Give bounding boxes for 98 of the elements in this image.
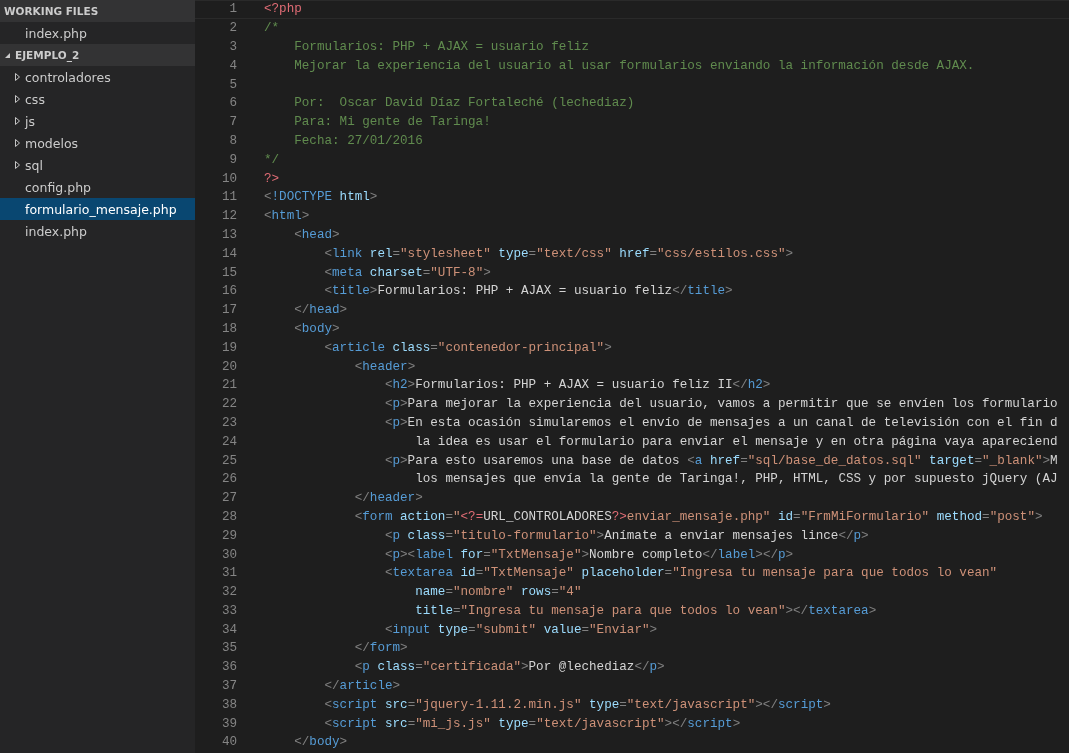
code-line: ?> [264,171,280,186]
code-line: <article class="contenedor-principal"> [324,340,612,355]
line-number: 38 [220,697,237,712]
section-header[interactable]: EJEMPLO_2 [0,44,195,66]
code-line: <title>Formularios: PHP + AJAX = usuario feliz</title> [324,284,733,299]
code-line: <html> [264,209,310,224]
line-number: 18 [220,321,237,336]
line-number: 2 [228,21,237,36]
code-line: la idea es usar el formulario para enviar el mensaje y en otra página vaya apareciend [415,434,1058,449]
section-title: EJEMPLO_2 [15,49,80,61]
line-number: 26 [220,472,237,487]
line-number: 24 [220,434,237,449]
folder-item[interactable]: modelos [0,132,195,154]
line-number: 7 [228,115,237,130]
line-number: 22 [220,397,237,412]
line-number: 27 [220,491,237,506]
code-line: Por: Oscar David Díaz Fortaleché (lechediaz) [294,96,635,111]
collapsed-arrow-icon[interactable] [14,117,21,125]
code-line: Para: Mi gente de Taringa! [294,115,491,130]
code-line: los mensajes que envía la gente de Taringa!, PHP, HTML, CSS y por supuesto jQuery (AJ [415,472,1058,487]
code-line: <head> [294,227,340,242]
code-line: title="Ingresa tu mensaje para que todos lo vean"></textarea> [415,603,877,618]
expanded-arrow-icon[interactable] [4,51,11,59]
line-number: 17 [220,303,237,318]
code-line: </header> [354,491,423,506]
code-line: <meta charset="UTF-8"> [324,265,491,280]
code-line: <form action="<?=URL_CONTROLADORES?>enviar_mensaje.php" id="FrmMiFormulario" method="post"> [354,509,1043,524]
line-number: 14 [220,246,237,261]
line-number: 36 [220,660,237,675]
collapsed-arrow-icon[interactable] [14,161,21,169]
code-line: <!DOCTYPE html> [264,190,378,205]
line-number: 6 [228,96,237,111]
line-number: 3 [228,40,237,54]
line-number: 39 [220,716,237,731]
code-line: <textarea id="TxtMensaje" placeholder="Ingresa tu mensaje para que todos lo vean" [384,566,998,581]
code-line: <input type="submit" value="Enviar"> [384,622,658,637]
folder-item[interactable]: css [0,88,195,110]
line-number: 15 [220,265,237,280]
line-number: 9 [228,152,237,167]
line-number: 40 [220,735,237,750]
code-line: <p>Para mejorar la experiencia del usuario, vamos a permitir que se envíen los formulario [384,397,1058,412]
code-line: Formularios: PHP + AJAX = usuario feliz [294,40,589,54]
code-line: <p>En esta ocasión simularemos el envío de mensajes a un canal de televisión con el fin d [384,415,1058,430]
line-number: 19 [220,340,237,355]
section-title: WORKING FILES [4,5,99,17]
code-line: Fecha: 27/01/2016 [294,133,423,148]
code-line: </form> [354,641,408,656]
code-line: <p>Para esto usaremos una base de datos <a href="sql/base_de_datos.sql" target="_blank">M [384,453,1058,468]
collapsed-arrow-icon[interactable] [14,95,21,103]
code-line: <p class="certificada">Por @lechediaz</p> [354,660,665,675]
code-line: */ [264,152,280,167]
line-number: 13 [220,227,237,242]
line-number: 10 [220,171,237,186]
line-number: 23 [220,415,237,430]
line-number: 21 [220,378,237,393]
code-line: <header> [354,359,416,374]
line-number: 20 [220,359,237,374]
file-item[interactable]: config.php [0,176,195,198]
code-line: <?php [264,2,302,17]
folder-item[interactable]: controladores [0,66,195,88]
code-line: </article> [324,679,401,694]
line-number: 32 [220,585,237,600]
file-item[interactable]: formulario_mensaje.php [0,198,195,220]
line-number: 30 [220,547,237,562]
code-line: <p class="titulo-formulario">Anímate a enviar mensajes lince</p> [384,528,869,543]
line-number: 28 [220,509,237,524]
line-number: 31 [220,566,237,581]
code-line: <body> [294,321,340,336]
code-line: <script src="mi_js.js" type="text/javascript"></script> [324,716,741,731]
code-line: Mejorar la experiencia del usuario al usar formularios enviando la información desde AJAX. [294,58,975,73]
line-number: 1 [228,2,237,17]
section-header[interactable]: WORKING FILES [0,0,195,22]
code-line: <h2>Formularios: PHP + AJAX = usuario feliz II</h2> [384,378,771,393]
collapsed-arrow-icon[interactable] [14,73,21,81]
line-number: 37 [220,679,237,694]
code-line: /* [264,21,280,36]
line-number: 5 [228,77,237,92]
file-item[interactable]: index.php [0,220,195,242]
line-number: 12 [220,209,237,224]
line-number: 29 [220,528,237,543]
folder-item[interactable]: js [0,110,195,132]
code-line: <p><label for="TxtMensaje">Nombre completo</label></p> [384,547,794,562]
line-number: 34 [220,622,237,637]
code-line: <script src="jquery-1.11.2.min.js" type="text/javascript"></script> [324,697,831,712]
code-line: </head> [294,303,348,318]
code-line: <link rel="stylesheet" type="text/css" href="css/estilos.css"> [324,246,794,261]
folder-item[interactable]: sql [0,154,195,176]
line-number: 33 [220,603,237,618]
code-line: </body> [294,735,348,750]
line-number: 16 [220,284,237,299]
line-number: 25 [220,453,237,468]
code-line: name="nombre" rows="4" [415,585,582,600]
collapsed-arrow-icon[interactable] [14,139,21,147]
line-number: 8 [228,133,237,148]
line-number: 35 [220,641,237,656]
line-number: 11 [220,190,237,205]
line-number: 4 [228,58,237,73]
file-item[interactable]: index.php [0,22,195,44]
